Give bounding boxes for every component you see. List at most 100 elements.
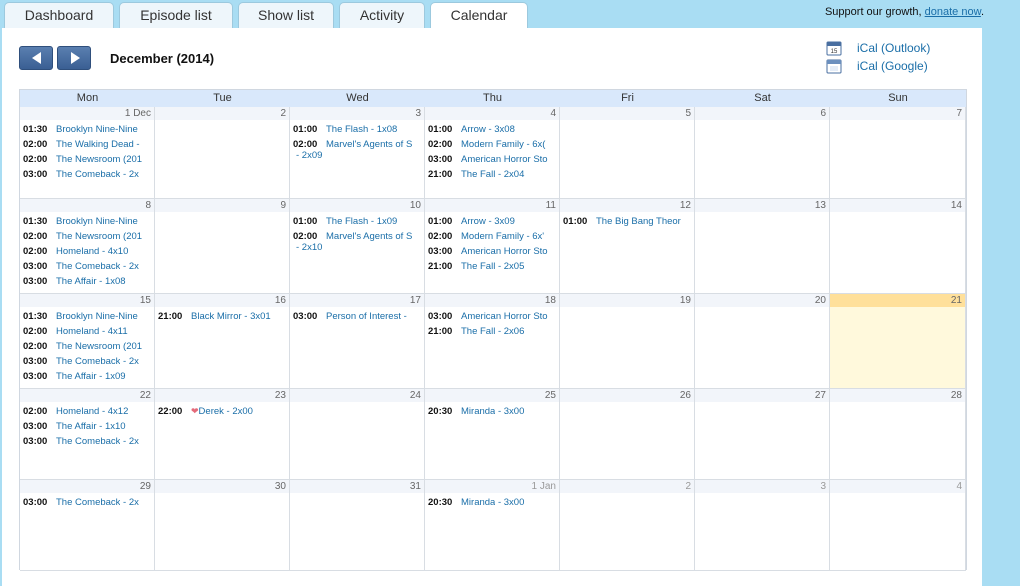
day-cell[interactable]: 20 — [695, 294, 830, 389]
day-cell[interactable]: 10 01:00 The Flash - 1x09 02:00 Marvel's Age… — [290, 199, 425, 294]
day-cell[interactable]: 23 22:00 ❤Derek - 2x00 — [155, 389, 290, 480]
episode-link[interactable]: - 2x10 — [296, 242, 322, 253]
episode-link[interactable]: - 2x — [120, 261, 139, 272]
show-link[interactable]: The Affair — [56, 371, 97, 382]
episode-link[interactable]: - 2x05 — [495, 261, 524, 272]
day-cell[interactable]: 30 — [155, 480, 290, 571]
show-link[interactable]: The Fall — [461, 326, 495, 337]
episode-link[interactable]: - 2x09 — [296, 150, 322, 161]
episode-link[interactable]: - 1x09 — [97, 371, 125, 382]
episode-link[interactable]: - 3x00 — [495, 406, 524, 417]
show-link[interactable]: American Horror Sto — [461, 246, 548, 257]
day-cell[interactable]: 22 02:00 Homeland - 4x12 03:00 The Affair - … — [20, 389, 155, 480]
day-cell[interactable]: 16 21:00 Black Mirror - 3x01 — [155, 294, 290, 389]
day-cell[interactable]: 17 03:00 Person of Interest - — [290, 294, 425, 389]
show-link[interactable]: The Fall — [461, 169, 495, 180]
tab-show-list[interactable]: Show list — [238, 2, 334, 29]
day-cell[interactable]: 8 01:30 Brooklyn Nine-Nine 02:00 The Newsroo… — [20, 199, 155, 294]
day-cell[interactable]: 25 20:30 Miranda - 3x00 — [425, 389, 560, 480]
episode-link[interactable]: - 4x11 — [99, 326, 128, 337]
tab-dashboard[interactable]: Dashboard — [4, 2, 114, 29]
day-cell[interactable]: 18 03:00 American Horror Sto 21:00 The Fall … — [425, 294, 560, 389]
day-cell[interactable]: 21 — [830, 294, 966, 389]
day-cell[interactable]: 1 Dec 01:30 Brooklyn Nine-Nine 02:00 The Wal… — [20, 107, 155, 199]
show-link[interactable]: The Newsroom (201 — [56, 154, 142, 165]
episode-link[interactable]: - 2x04 — [495, 169, 524, 180]
day-cell[interactable]: 11 01:00 Arrow - 3x09 02:00 Modern Family - … — [425, 199, 560, 294]
show-link[interactable]: Miranda — [461, 406, 495, 417]
show-link[interactable]: Marvel's Agents of S — [326, 139, 412, 150]
episode-link[interactable]: - 1x09 — [368, 216, 397, 227]
day-cell[interactable]: 6 — [695, 107, 830, 199]
show-link[interactable]: The Affair — [56, 421, 97, 432]
show-link[interactable]: The Comeback — [56, 356, 120, 367]
show-link[interactable]: The Fall — [461, 261, 495, 272]
day-cell[interactable]: 4 — [830, 480, 966, 571]
day-cell[interactable]: 4 01:00 Arrow - 3x08 02:00 Modern Family - 6… — [425, 107, 560, 199]
tab-activity[interactable]: Activity — [339, 2, 425, 29]
show-link[interactable]: American Horror Sto — [461, 154, 548, 165]
day-cell[interactable]: 12 01:00 The Big Bang Theor — [560, 199, 695, 294]
day-cell[interactable]: 27 — [695, 389, 830, 480]
next-month-button[interactable] — [57, 46, 91, 70]
tab-episode-list[interactable]: Episode list — [119, 2, 233, 29]
show-link[interactable]: The Flash — [326, 216, 368, 227]
show-link[interactable]: Modern Family — [461, 231, 524, 242]
show-link[interactable]: The Affair — [56, 276, 97, 287]
episode-link[interactable]: - 1x08 — [97, 276, 125, 287]
show-link[interactable]: The Walking Dead — [56, 139, 134, 150]
day-cell[interactable]: 31 — [290, 480, 425, 571]
episode-link[interactable]: - 1x08 — [368, 124, 397, 135]
day-cell[interactable]: 2 — [560, 480, 695, 571]
day-cell[interactable]: 13 — [695, 199, 830, 294]
episode-link[interactable]: - 3x08 — [486, 124, 514, 135]
episode-link[interactable]: - 2x — [120, 356, 139, 367]
day-cell[interactable]: 2 — [155, 107, 290, 199]
episode-link[interactable]: - — [134, 139, 139, 150]
episode-link[interactable]: - 4x12 — [99, 406, 128, 417]
day-cell[interactable]: 15 01:30 Brooklyn Nine-Nine 02:00 Homeland -… — [20, 294, 155, 389]
show-link[interactable]: Arrow — [461, 216, 486, 227]
show-link[interactable]: Arrow — [461, 124, 486, 135]
episode-link[interactable]: - 2x — [120, 169, 139, 180]
show-link[interactable]: Homeland — [56, 246, 99, 257]
day-cell[interactable]: 28 — [830, 389, 966, 480]
day-cell[interactable]: 19 — [560, 294, 695, 389]
show-link[interactable]: The Newsroom (201 — [56, 341, 142, 352]
show-link[interactable]: Person of Interest — [326, 311, 401, 322]
show-link[interactable]: The Big Bang Theor — [596, 216, 681, 227]
show-link[interactable]: The Comeback — [56, 169, 120, 180]
day-cell[interactable]: 7 — [830, 107, 966, 199]
show-link[interactable]: Derek — [199, 406, 224, 417]
day-cell[interactable]: 24 — [290, 389, 425, 480]
show-link[interactable]: Brooklyn Nine-Nine — [56, 124, 138, 135]
show-link[interactable]: Homeland — [56, 326, 99, 337]
show-link[interactable]: Modern Family — [461, 139, 524, 150]
prev-month-button[interactable] — [19, 46, 53, 70]
show-link[interactable]: The Comeback — [56, 261, 120, 272]
episode-link[interactable]: - 1x10 — [97, 421, 125, 432]
episode-link[interactable]: - 2x — [120, 436, 139, 447]
episode-link[interactable]: - 3x09 — [486, 216, 514, 227]
episode-link[interactable]: - 2x — [120, 497, 139, 508]
show-link[interactable]: Brooklyn Nine-Nine — [56, 311, 138, 322]
episode-link[interactable]: - 3x00 — [495, 497, 524, 508]
day-cell[interactable]: 9 — [155, 199, 290, 294]
day-cell[interactable]: 14 — [830, 199, 966, 294]
show-link[interactable]: Miranda — [461, 497, 495, 508]
day-cell[interactable]: 3 01:00 The Flash - 1x08 02:00 Marvel's Agen… — [290, 107, 425, 199]
episode-link[interactable]: - — [401, 311, 407, 322]
show-link[interactable]: Marvel's Agents of S — [326, 231, 412, 242]
show-link[interactable]: The Flash — [326, 124, 368, 135]
episode-link[interactable]: - 3x01 — [242, 311, 270, 322]
show-link[interactable]: American Horror Sto — [461, 311, 548, 322]
episode-link[interactable]: - 2x00 — [224, 406, 253, 417]
day-cell[interactable]: 29 03:00 The Comeback - 2x — [20, 480, 155, 571]
day-cell[interactable]: 26 — [560, 389, 695, 480]
episode-link[interactable]: - 4x10 — [99, 246, 128, 257]
show-link[interactable]: Homeland — [56, 406, 99, 417]
episode-link[interactable]: - 6x( — [524, 139, 545, 150]
show-link[interactable]: The Comeback — [56, 497, 120, 508]
show-link[interactable]: The Comeback — [56, 436, 120, 447]
episode-link[interactable]: - 2x06 — [495, 326, 524, 337]
